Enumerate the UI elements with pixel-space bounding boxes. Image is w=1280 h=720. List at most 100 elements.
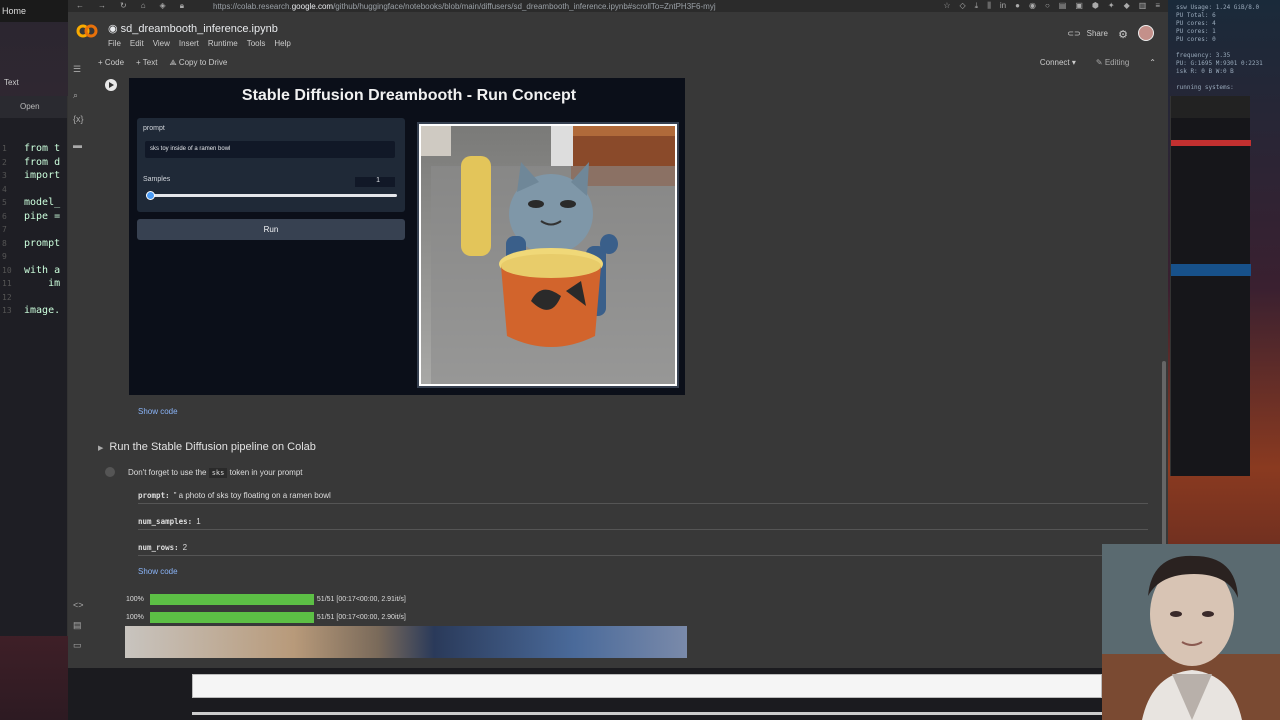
- bottom-panel: [192, 674, 1102, 698]
- extension-icon[interactable]: ◆: [1124, 1, 1130, 11]
- param-underline: [138, 503, 1148, 504]
- extension-icon[interactable]: ▥: [1139, 1, 1147, 11]
- show-code-link[interactable]: Show code: [138, 407, 178, 416]
- run-cell-button[interactable]: [105, 79, 117, 91]
- note-suffix: token in your prompt: [229, 468, 303, 477]
- reload-icon[interactable]: ↻: [120, 1, 127, 11]
- background-terminal-window[interactable]: [1170, 96, 1251, 476]
- settings-gear-icon[interactable]: ⚙: [1118, 28, 1128, 41]
- pocket-icon[interactable]: ◇: [960, 1, 966, 11]
- address-bar[interactable]: ← → ↻ ⌂ ◈ 🔒︎ https://colab.research.goog…: [68, 0, 1168, 12]
- gradio-title: Stable Diffusion Dreambooth - Run Concep…: [241, 87, 577, 104]
- chevron-down-icon: ▾: [1071, 58, 1076, 67]
- extension-icon[interactable]: ✦: [1108, 1, 1115, 11]
- notebook-title[interactable]: ◉ sd_dreambooth_inference.ipynb: [108, 22, 278, 35]
- desktop-home-label[interactable]: Home: [0, 0, 68, 22]
- param-value[interactable]: 2: [183, 543, 187, 552]
- github-icon[interactable]: ◉: [1029, 1, 1036, 11]
- variables-icon[interactable]: {x}: [73, 114, 84, 124]
- extension-icon[interactable]: ▣: [1075, 1, 1083, 11]
- library-icon[interactable]: ⫼: [987, 1, 991, 11]
- add-text-button[interactable]: + Text: [136, 58, 157, 68]
- run-button[interactable]: Run: [137, 219, 405, 240]
- back-icon[interactable]: ←: [76, 1, 84, 11]
- background-editor-window[interactable]: Open 1 2 3 4 5 6 7 8 9 10 11 12 13 from …: [0, 96, 68, 636]
- download-icon[interactable]: ⤓: [975, 1, 979, 11]
- param-num-rows[interactable]: num_rows: 2: [138, 543, 187, 552]
- menu-edit[interactable]: Edit: [130, 39, 144, 48]
- terminal-selection-stripe: [1171, 264, 1251, 276]
- github-icon: ◉: [108, 23, 118, 35]
- menu-insert[interactable]: Insert: [179, 39, 199, 48]
- table-of-contents-icon[interactable]: ☰: [73, 64, 81, 75]
- progress-row: 100% 51/51 [00:17<00:00, 2.90it/s]: [126, 612, 406, 623]
- notebook-toolbar: + Code + Text ⟁ Copy to Drive Connect ▾ …: [68, 54, 1168, 71]
- copy-to-drive-button[interactable]: ⟁ Copy to Drive: [169, 58, 227, 68]
- output-image-preview: [125, 626, 687, 658]
- editing-label: Editing: [1104, 58, 1130, 67]
- expand-caret-icon[interactable]: ▶: [98, 445, 103, 452]
- menu-icon[interactable]: ≡: [1155, 1, 1160, 11]
- editor-line-numbers: 1 2 3 4 5 6 7 8 9 10 11 12 13: [2, 144, 12, 315]
- scrollbar[interactable]: [1162, 361, 1166, 551]
- param-value[interactable]: 1: [196, 517, 200, 526]
- samples-slider-track[interactable]: [149, 194, 397, 197]
- add-code-button[interactable]: + Code: [98, 58, 124, 68]
- files-folder-icon[interactable]: ▬: [73, 140, 82, 150]
- avatar[interactable]: [1138, 25, 1154, 41]
- generated-image: [417, 122, 679, 388]
- lock-icon[interactable]: 🔒︎: [180, 1, 184, 11]
- cell-run-indicator[interactable]: [105, 467, 115, 477]
- code-snippets-icon[interactable]: <>: [73, 600, 84, 610]
- section-heading[interactable]: ▶ Run the Stable Diffusion pipeline on Co…: [98, 441, 316, 453]
- desktop-text-label[interactable]: Text: [4, 78, 19, 87]
- extension-icon[interactable]: ●: [1015, 1, 1020, 11]
- forward-icon[interactable]: →: [98, 1, 106, 11]
- terminal-icon[interactable]: ▭: [73, 640, 82, 651]
- progress-text: 51/51 [00:17<00:00, 2.91it/s]: [316, 596, 406, 603]
- menu-help[interactable]: Help: [274, 39, 290, 48]
- editor-open-button[interactable]: Open: [0, 96, 67, 118]
- samples-number-input[interactable]: 1: [355, 177, 395, 187]
- samples-slider-thumb[interactable]: [146, 191, 155, 200]
- search-icon[interactable]: ⌕: [73, 90, 78, 101]
- home-icon[interactable]: ⌂: [141, 1, 146, 11]
- extension-icon[interactable]: ▤: [1059, 1, 1067, 11]
- show-code-link[interactable]: Show code: [138, 567, 178, 576]
- command-palette-icon[interactable]: ▤: [73, 620, 82, 631]
- colab-header: ◉ sd_dreambooth_inference.ipynb File Edi…: [68, 12, 1168, 54]
- param-value[interactable]: " a photo of sks toy floating on a ramen…: [174, 491, 331, 500]
- menu-runtime[interactable]: Runtime: [208, 39, 238, 48]
- param-prompt[interactable]: prompt: " a photo of sks toy floating on …: [138, 491, 331, 500]
- bookmark-star-icon[interactable]: ☆: [943, 1, 950, 11]
- extension-icon[interactable]: ○: [1045, 1, 1050, 11]
- colab-logo-icon[interactable]: [76, 24, 98, 38]
- url-prefix: https://colab.research.: [213, 1, 292, 11]
- share-button[interactable]: ⊂⊃ Share: [1067, 29, 1108, 38]
- terminal-red-stripe: [1171, 140, 1251, 146]
- prompt-input[interactable]: sks toy inside of a ramen bowl: [145, 141, 395, 158]
- terminal-titlebar: [1171, 96, 1250, 118]
- bottom-scrollbar[interactable]: [192, 712, 1102, 715]
- url-domain: google.com: [291, 1, 334, 11]
- connect-button[interactable]: Connect ▾: [1040, 58, 1076, 67]
- param-underline: [138, 555, 1148, 556]
- prompt-label: prompt: [143, 125, 165, 132]
- notebook-content: Stable Diffusion Dreambooth - Run Concep…: [90, 71, 1168, 668]
- param-key: prompt:: [138, 491, 170, 500]
- gradio-input-panel: prompt sks toy inside of a ramen bowl Sa…: [137, 118, 405, 212]
- progress-bar: [149, 594, 314, 605]
- extension-icon[interactable]: ⬢: [1092, 1, 1099, 11]
- menu-tools[interactable]: Tools: [247, 39, 266, 48]
- note-prefix: Don't forget to use the: [128, 468, 207, 477]
- param-num-samples[interactable]: num_samples: 1: [138, 517, 201, 526]
- toy-in-ramen-bowl-image: [421, 126, 675, 384]
- menu-file[interactable]: File: [108, 39, 121, 48]
- url-text[interactable]: https://colab.research.google.com/github…: [213, 2, 943, 11]
- editing-mode-button[interactable]: ✎ Editing: [1096, 58, 1129, 67]
- connect-label: Connect: [1039, 58, 1070, 67]
- linkedin-icon[interactable]: in: [1000, 1, 1006, 11]
- collapse-chevron-icon[interactable]: ⌃: [1149, 58, 1156, 67]
- menu-view[interactable]: View: [153, 39, 170, 48]
- shield-icon[interactable]: ◈: [160, 1, 166, 11]
